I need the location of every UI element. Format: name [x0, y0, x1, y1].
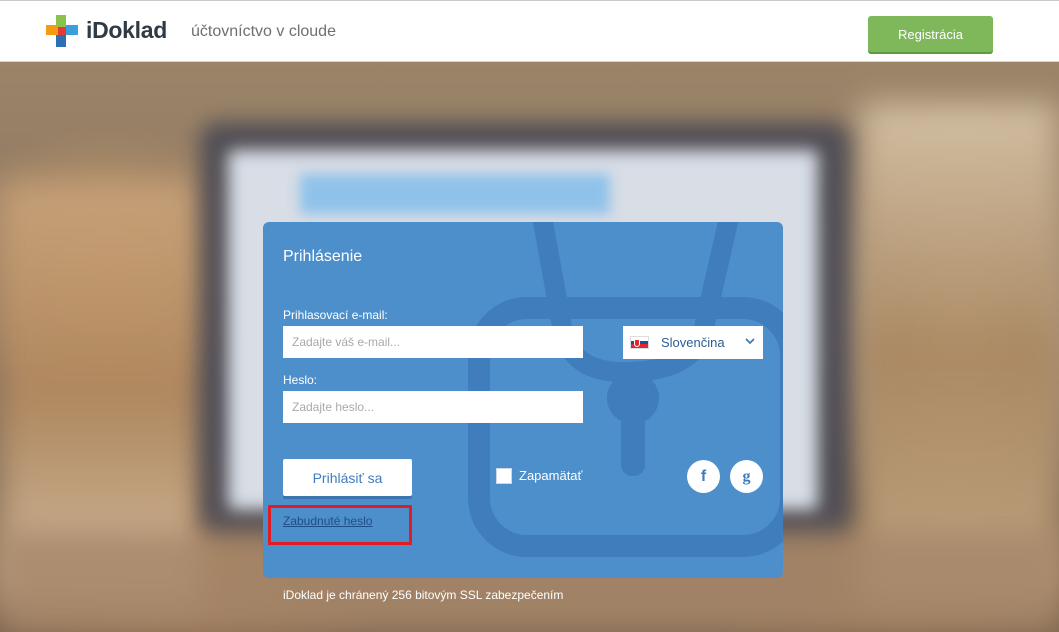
- google-icon[interactable]: g: [730, 460, 763, 493]
- forgot-password-highlight: [268, 505, 412, 545]
- language-select[interactable]: Slovenčina: [623, 326, 763, 359]
- slovak-flag-icon: [630, 336, 649, 349]
- idoklad-logo-icon[interactable]: [46, 15, 78, 47]
- login-title: Prihlásenie: [283, 248, 363, 265]
- login-button[interactable]: Prihlásiť sa: [283, 459, 412, 496]
- password-input[interactable]: [283, 391, 583, 423]
- email-input[interactable]: [283, 326, 583, 358]
- language-select-value: Slovenčina: [661, 335, 725, 350]
- ssl-note: iDoklad je chránený 256 bitovým SSL zabe…: [283, 588, 564, 602]
- tagline: účtovníctvo v cloude: [191, 23, 336, 40]
- chevron-down-icon: [745, 338, 755, 345]
- password-label: Heslo:: [283, 373, 318, 387]
- register-button[interactable]: Registrácia: [868, 16, 993, 52]
- top-header: iDoklad účtovníctvo v cloude Registrácia: [0, 0, 1059, 62]
- background-screen-bar: [300, 174, 610, 214]
- brand-name[interactable]: iDoklad: [86, 17, 167, 44]
- email-label: Prihlasovací e-mail:: [283, 308, 388, 322]
- remember-checkbox[interactable]: [496, 468, 512, 484]
- remember-label[interactable]: Zapamätať: [519, 468, 582, 483]
- background-shelf-right: [860, 102, 1059, 602]
- facebook-icon[interactable]: f: [687, 460, 720, 493]
